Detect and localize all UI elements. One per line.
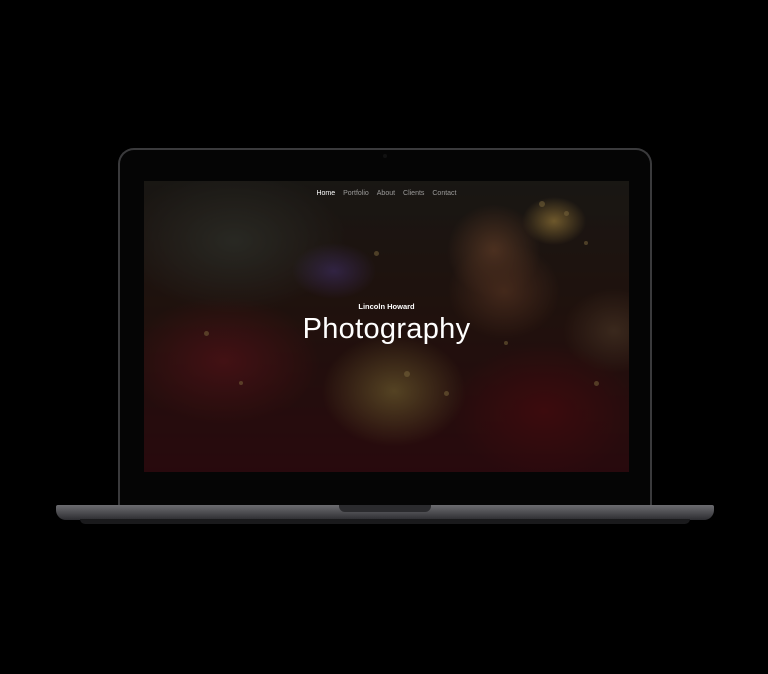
- nav-item-about[interactable]: About: [377, 190, 395, 197]
- nav-item-clients[interactable]: Clients: [403, 190, 424, 197]
- nav-item-contact[interactable]: Contact: [432, 190, 456, 197]
- laptop-screen: Home Portfolio About Clients Contact Lin…: [144, 181, 629, 472]
- camera-icon: [383, 154, 387, 158]
- mockup-stage: Home Portfolio About Clients Contact Lin…: [0, 0, 768, 674]
- laptop-base-shadow: [80, 519, 690, 524]
- laptop-base-notch: [339, 505, 431, 512]
- site-nav: Home Portfolio About Clients Contact: [144, 190, 629, 197]
- hero-title: Photography: [302, 313, 471, 345]
- nav-item-portfolio[interactable]: Portfolio: [343, 190, 369, 197]
- hero-subtitle: Lincoln Howard: [358, 302, 415, 311]
- nav-item-home[interactable]: Home: [316, 190, 335, 197]
